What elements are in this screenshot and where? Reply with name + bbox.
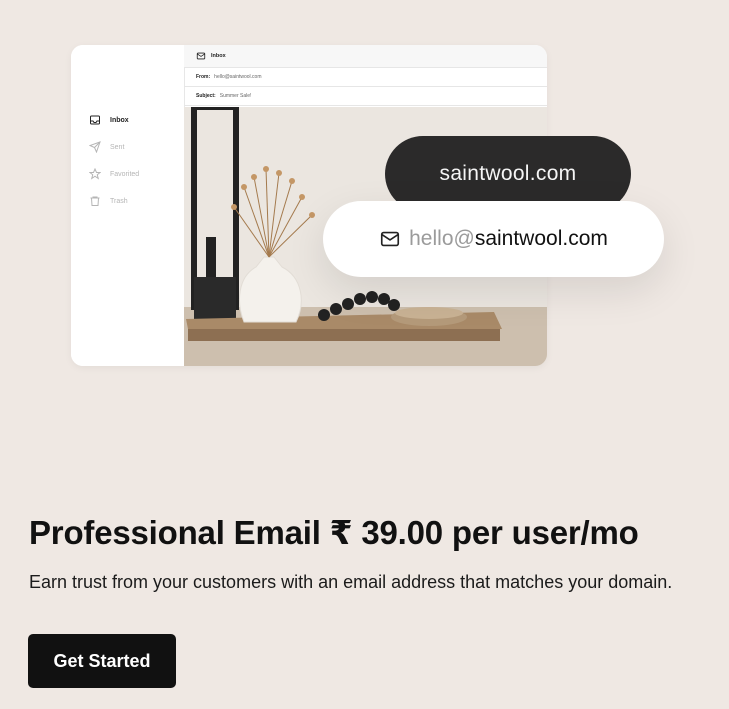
- page-title: Professional Email ₹ 39.00 per user/mo: [29, 514, 639, 551]
- from-value: hello@saintwool.com: [214, 74, 262, 80]
- mail-header: Inbox: [184, 45, 547, 68]
- sidebar-item-label: Favorited: [110, 170, 140, 178]
- sidebar-item-label: Trash: [110, 197, 128, 205]
- sidebar-item-trash: Trash: [89, 194, 128, 208]
- email-address-pill: hello@ saintwool.com: [323, 201, 664, 277]
- mail-icon: [196, 51, 206, 61]
- envelope-icon: [379, 228, 401, 250]
- from-label: From:: [196, 74, 211, 80]
- trash-icon: [89, 195, 101, 207]
- sidebar-item-label: Inbox: [110, 116, 129, 124]
- mail-header-title: Inbox: [211, 53, 226, 59]
- inbox-icon: [89, 114, 101, 126]
- mockup-sidebar: Inbox Sent Favorited Trash: [71, 45, 185, 366]
- star-icon: [89, 168, 101, 180]
- email-local-part: hello@: [409, 227, 475, 250]
- get-started-button[interactable]: Get Started: [28, 634, 176, 688]
- email-domain-part: saintwool.com: [474, 227, 608, 250]
- sidebar-item-label: Sent: [110, 143, 125, 151]
- sidebar-item-sent: Sent: [89, 140, 124, 154]
- sidebar-item-favorited: Favorited: [89, 167, 139, 181]
- subject-value: Summer Sale!: [219, 93, 252, 99]
- mail-subject-row: Subject: Summer Sale!: [184, 87, 547, 106]
- description-text: Earn trust from your customers with an e…: [29, 572, 673, 592]
- send-icon: [89, 141, 101, 153]
- mail-from-row: From: hello@saintwool.com: [184, 68, 547, 87]
- subject-label: Subject:: [196, 93, 216, 99]
- sidebar-item-inbox: Inbox: [89, 113, 129, 127]
